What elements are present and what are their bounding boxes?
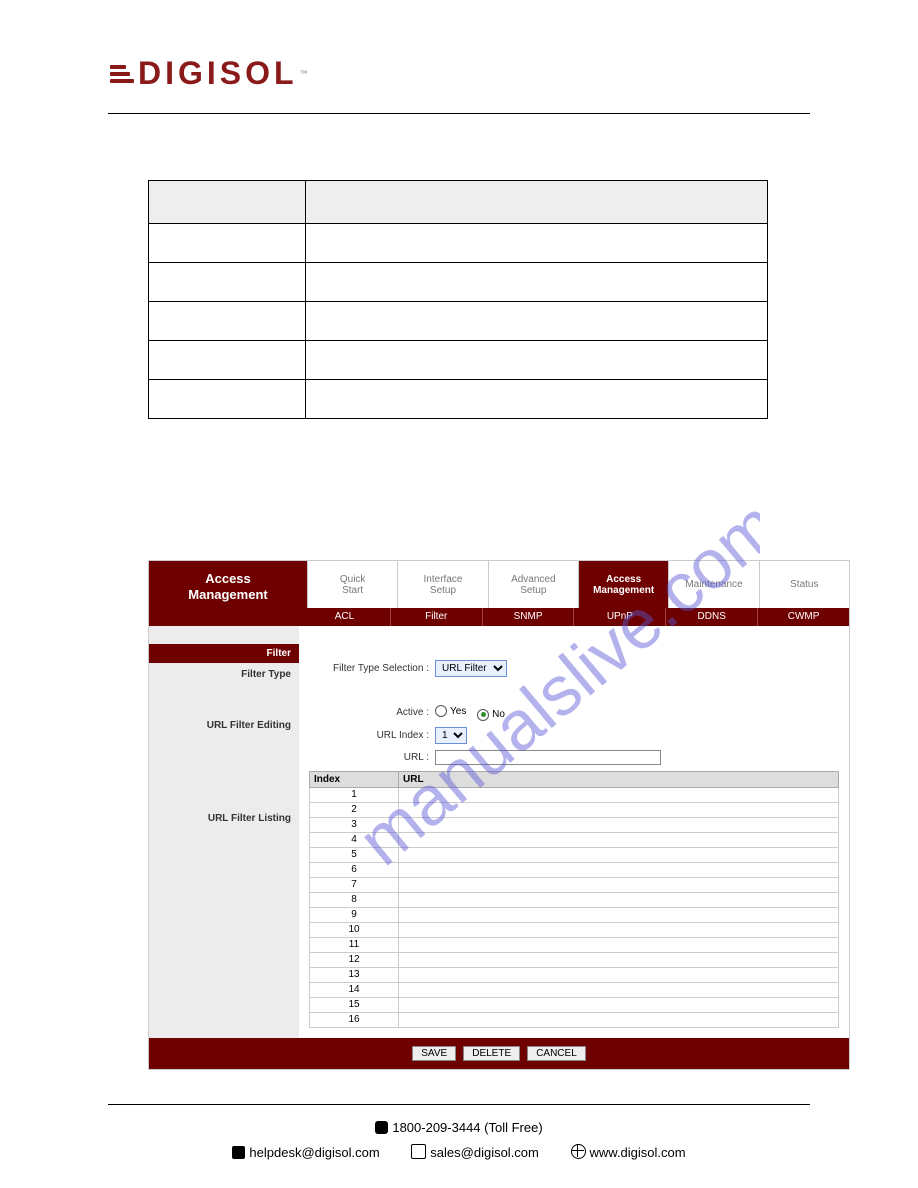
table-row[interactable]: 14: [310, 982, 839, 997]
logo-text: DIGISOL: [138, 55, 298, 92]
url-filter-listing-table: IndexURL 1 2 3 4 5 6 7 8 9 10 11 12 13 1…: [309, 771, 839, 1028]
active-no-radio[interactable]: No: [477, 709, 505, 721]
footer-rule: [108, 1104, 810, 1105]
side-label-url-editing: URL Filter Editing: [149, 714, 299, 737]
subtab-ddns[interactable]: DDNS: [665, 608, 757, 626]
hourglass-icon: [411, 1144, 426, 1159]
tab-maintenance[interactable]: Maintenance: [668, 561, 758, 608]
col-index: Index: [310, 771, 399, 787]
trademark: ™: [300, 69, 308, 78]
table-row[interactable]: 4: [310, 832, 839, 847]
label-active: Active :: [309, 707, 435, 718]
label-url: URL :: [309, 752, 435, 763]
footer-sales: sales@digisol.com: [430, 1145, 539, 1160]
table-row[interactable]: 1: [310, 787, 839, 802]
table-row[interactable]: 2: [310, 802, 839, 817]
table-row[interactable]: 16: [310, 1012, 839, 1027]
active-yes-radio[interactable]: Yes: [435, 705, 466, 717]
filter-type-select[interactable]: URL Filter: [435, 660, 507, 677]
side-labels: Filter Filter Type URL Filter Editing UR…: [149, 626, 299, 1038]
table-row[interactable]: 9: [310, 907, 839, 922]
parameter-table: [148, 180, 768, 419]
tab-advanced-setup[interactable]: AdvancedSetup: [488, 561, 578, 608]
footer-line-2: helpdesk@digisol.com sales@digisol.com w…: [0, 1144, 918, 1160]
save-button[interactable]: SAVE: [412, 1046, 456, 1061]
subtab-upnp[interactable]: UPnP: [573, 608, 665, 626]
form-area: Filter Type Selection : URL Filter Activ…: [299, 626, 849, 1038]
label-url-index: URL Index :: [309, 730, 435, 741]
table-row[interactable]: 5: [310, 847, 839, 862]
main-tabs: QuickStart InterfaceSetup AdvancedSetup …: [307, 561, 849, 608]
footer-line-1: 1800-209-3444 (Toll Free): [0, 1120, 918, 1135]
url-input[interactable]: [435, 750, 661, 765]
side-head-filter: Filter: [149, 644, 299, 663]
table-row[interactable]: 12: [310, 952, 839, 967]
subtab-cwmp[interactable]: CWMP: [757, 608, 849, 626]
tab-quick-start[interactable]: QuickStart: [307, 561, 397, 608]
section-title: AccessManagement: [149, 561, 307, 608]
table-row[interactable]: 13: [310, 967, 839, 982]
sub-tabs: ACL Filter SNMP UPnP DDNS CWMP: [299, 608, 849, 626]
header-rule: [108, 113, 810, 114]
cancel-button[interactable]: CANCEL: [527, 1046, 586, 1061]
subtab-filter[interactable]: Filter: [390, 608, 482, 626]
delete-button[interactable]: DELETE: [463, 1046, 520, 1061]
globe-icon: [571, 1144, 586, 1159]
mail-icon: [232, 1146, 245, 1159]
table-row[interactable]: 8: [310, 892, 839, 907]
side-label-filter-type: Filter Type: [149, 663, 299, 686]
table-row[interactable]: 3: [310, 817, 839, 832]
table-row[interactable]: 7: [310, 877, 839, 892]
footer-helpdesk: helpdesk@digisol.com: [249, 1145, 379, 1160]
tab-interface-setup[interactable]: InterfaceSetup: [397, 561, 487, 608]
tab-access-management[interactable]: AccessManagement: [578, 561, 668, 608]
footer-web: www.digisol.com: [590, 1145, 686, 1160]
side-label-url-listing: URL Filter Listing: [149, 807, 299, 830]
footer-phone: 1800-209-3444 (Toll Free): [392, 1120, 542, 1135]
brand-logo: DIGISOL™: [110, 55, 308, 92]
table-row[interactable]: 15: [310, 997, 839, 1012]
url-index-select[interactable]: 1: [435, 727, 467, 744]
router-admin-screenshot: AccessManagement QuickStart InterfaceSet…: [148, 560, 850, 1070]
subtab-snmp[interactable]: SNMP: [482, 608, 574, 626]
phone-icon: [375, 1121, 388, 1134]
table-row[interactable]: 10: [310, 922, 839, 937]
form-footer: SAVE DELETE CANCEL: [149, 1038, 849, 1069]
table-row[interactable]: 11: [310, 937, 839, 952]
label-filter-type: Filter Type Selection :: [309, 663, 435, 674]
tab-status[interactable]: Status: [759, 561, 849, 608]
col-url: URL: [399, 771, 839, 787]
logo-bars-icon: [110, 62, 134, 86]
table-row[interactable]: 6: [310, 862, 839, 877]
subtab-acl[interactable]: ACL: [299, 608, 390, 626]
